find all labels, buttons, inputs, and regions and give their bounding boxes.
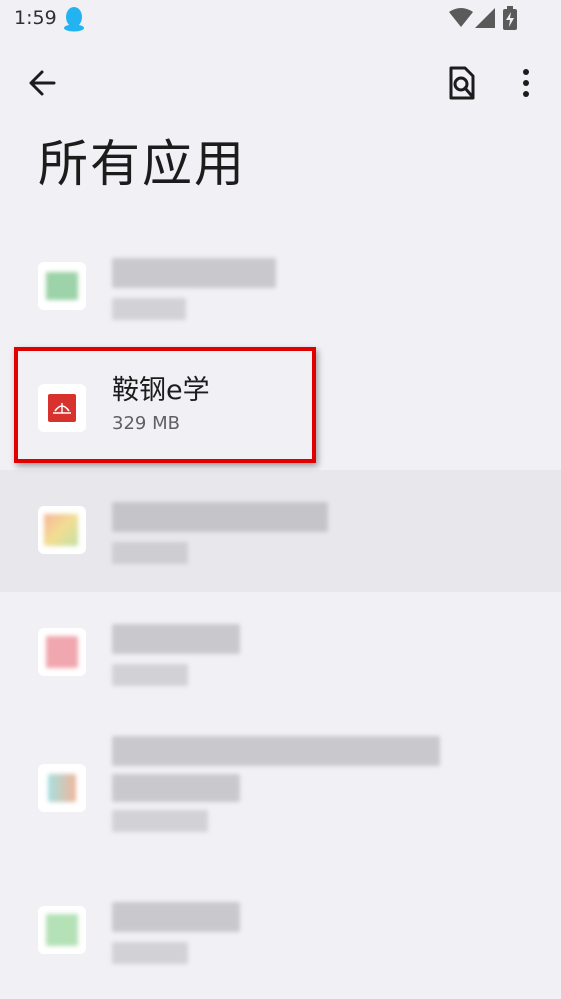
app-name-blurred bbox=[112, 902, 240, 932]
app-size-blurred bbox=[112, 298, 186, 320]
app-list-item[interactable] bbox=[0, 592, 561, 714]
more-vert-icon[interactable] bbox=[514, 66, 538, 100]
app-name-blurred bbox=[112, 736, 440, 766]
app-icon bbox=[38, 906, 86, 954]
wifi-icon bbox=[449, 8, 473, 27]
app-size-blurred bbox=[112, 542, 188, 564]
status-time: 1:59 bbox=[14, 7, 57, 29]
app-size-blurred bbox=[112, 664, 188, 686]
app-name-blurred-line2 bbox=[112, 774, 240, 802]
app-size-blurred bbox=[112, 810, 208, 832]
battery-charging-icon bbox=[503, 6, 517, 30]
app-list-item[interactable] bbox=[0, 226, 561, 348]
qq-icon bbox=[64, 7, 84, 32]
toolbar bbox=[0, 56, 561, 108]
search-apps-icon[interactable] bbox=[443, 64, 479, 102]
app-list-item[interactable] bbox=[0, 470, 561, 592]
app-list: 鞍钢e学 329 MB bbox=[0, 226, 561, 992]
app-name-blurred bbox=[112, 624, 240, 654]
arrow-back-icon[interactable] bbox=[24, 66, 62, 100]
app-icon bbox=[38, 506, 86, 554]
highlight-frame bbox=[14, 347, 316, 463]
app-icon bbox=[38, 628, 86, 676]
app-list-item[interactable] bbox=[0, 870, 561, 992]
status-bar: 1:59 bbox=[0, 0, 561, 38]
app-icon bbox=[38, 764, 86, 812]
app-list-item[interactable] bbox=[0, 714, 561, 870]
page-title: 所有应用 bbox=[38, 135, 246, 193]
signal-icon bbox=[475, 8, 495, 28]
app-name-blurred bbox=[112, 502, 328, 532]
app-icon bbox=[38, 262, 86, 310]
app-name-blurred bbox=[112, 258, 276, 288]
app-size-blurred bbox=[112, 942, 188, 964]
